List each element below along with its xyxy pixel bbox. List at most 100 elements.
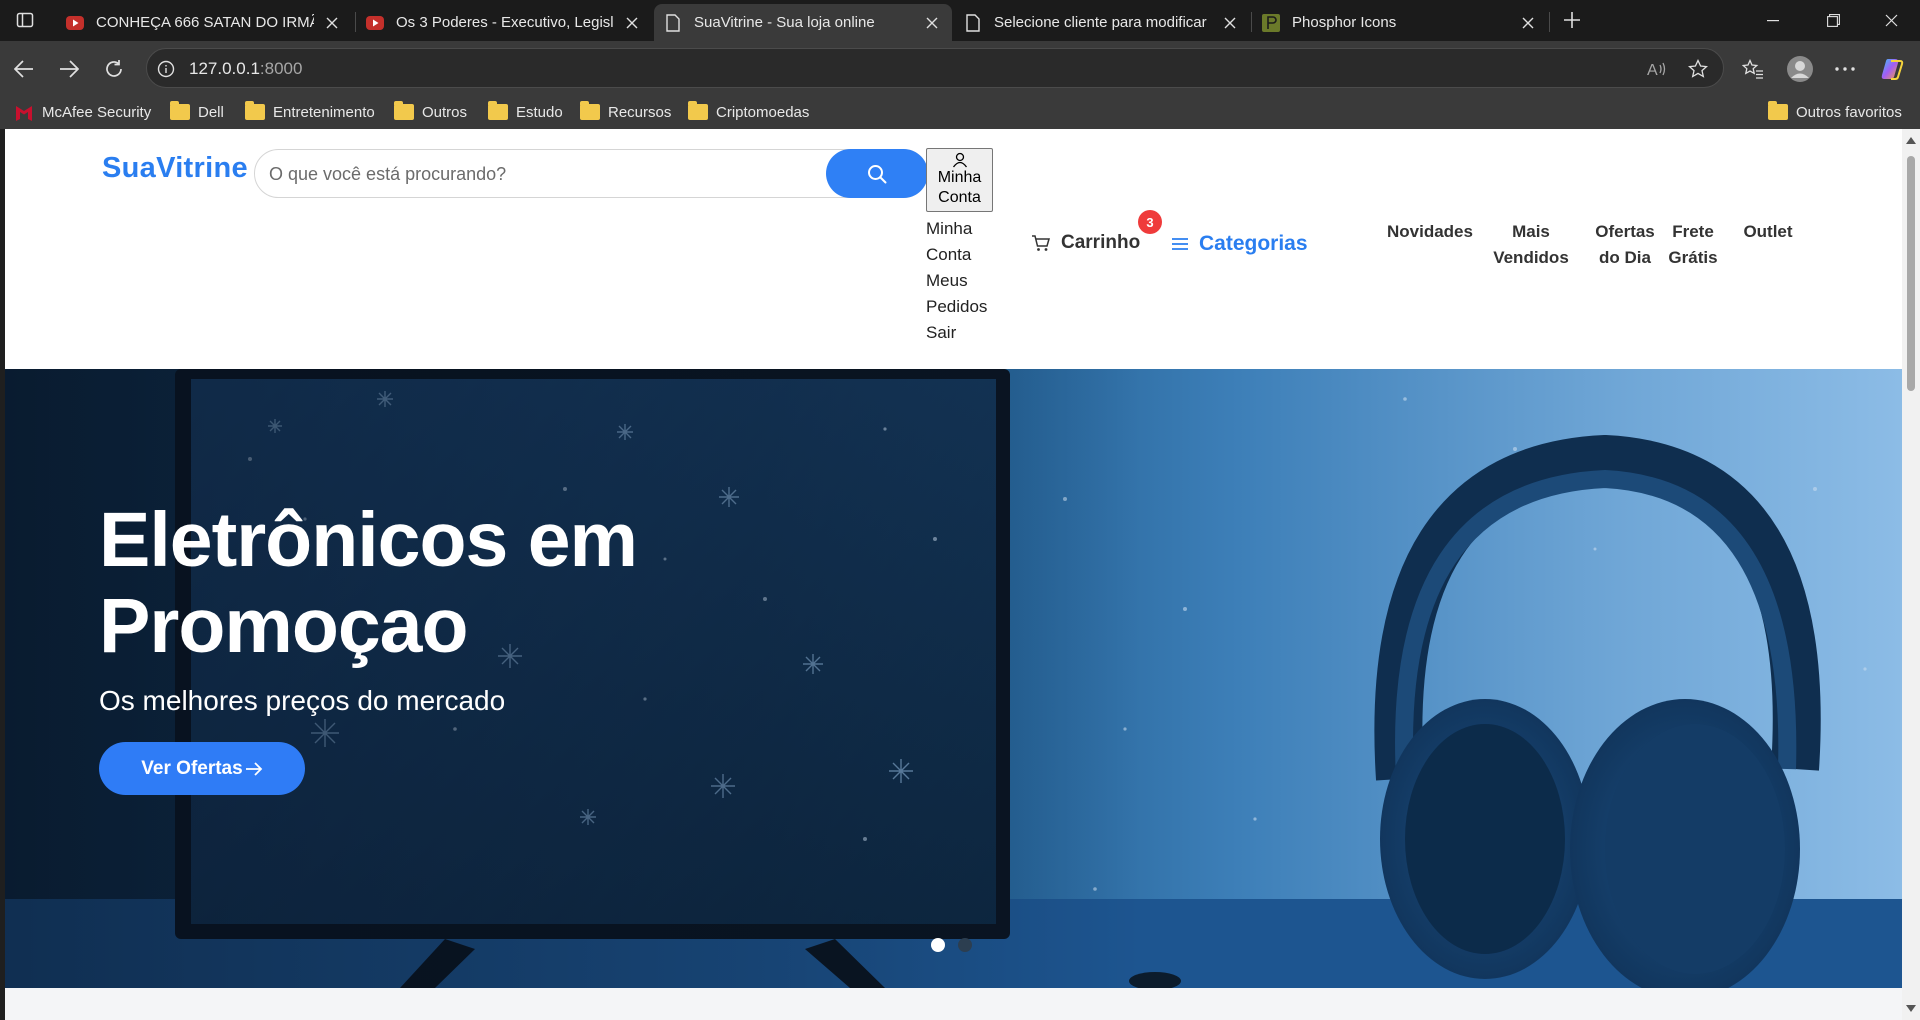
youtube-icon bbox=[366, 14, 384, 32]
carousel-dots bbox=[931, 938, 985, 952]
read-aloud-icon[interactable]: A bbox=[1644, 56, 1670, 82]
browser-tab-5[interactable]: Phosphor Icons bbox=[1252, 4, 1548, 41]
scroll-down-icon[interactable] bbox=[1906, 1005, 1916, 1012]
browser-tab-bar: CONHEÇA 666 SATAN DO IRMÃO Os 3 Poderes … bbox=[0, 0, 1920, 41]
folder-icon bbox=[688, 101, 708, 120]
close-tab-icon[interactable] bbox=[622, 13, 642, 33]
bookmark-folder-outros-favoritos[interactable]: Outros favoritos bbox=[1768, 101, 1902, 122]
menu-item-minha-conta[interactable]: Minha Conta bbox=[926, 216, 1006, 268]
arrow-right-icon bbox=[245, 761, 262, 776]
account-button[interactable]: Minha Conta bbox=[926, 148, 993, 212]
menu-item-sair[interactable]: Sair bbox=[926, 320, 1006, 346]
page-below-hero bbox=[5, 988, 1902, 1020]
carousel-dot-1[interactable] bbox=[931, 938, 945, 952]
bookmark-folder-outros[interactable]: Outros bbox=[394, 101, 468, 122]
menu-item-meus-pedidos[interactable]: Meus Pedidos bbox=[926, 268, 1006, 320]
forward-icon[interactable] bbox=[53, 53, 85, 85]
close-tab-icon[interactable] bbox=[1518, 13, 1538, 33]
cart-label: Carrinho bbox=[1061, 232, 1141, 253]
folder-icon bbox=[488, 101, 508, 120]
tab-separator bbox=[1549, 12, 1550, 32]
user-icon bbox=[952, 152, 967, 168]
tab-title: Selecione cliente para modificar | bbox=[994, 14, 1212, 31]
browser-tab-2[interactable]: Os 3 Poderes - Executivo, Legislat bbox=[356, 4, 652, 41]
search-input[interactable] bbox=[269, 162, 809, 186]
carousel-dot-2[interactable] bbox=[958, 938, 972, 952]
url-host: 127.0.0.1 bbox=[189, 59, 260, 78]
search-button[interactable] bbox=[826, 149, 928, 198]
bookmark-mcafee[interactable]: McAfee Security bbox=[14, 102, 151, 122]
more-options-icon[interactable] bbox=[1829, 53, 1861, 85]
nav-mais-vendidos[interactable]: Mais Vendidos bbox=[1486, 219, 1576, 271]
url-text: 127.0.0.1:8000 bbox=[189, 59, 302, 79]
tab-title: SuaVitrine - Sua loja online bbox=[694, 14, 875, 31]
bookmark-folder-dell[interactable]: Dell bbox=[170, 101, 224, 122]
hero-title: Eletrônicos em Promoçao bbox=[99, 497, 638, 669]
browser-tab-4[interactable]: Selecione cliente para modificar | bbox=[954, 4, 1250, 41]
page-viewport: SuaVitrine Minha Conta Minha Conta Meus … bbox=[5, 129, 1920, 1020]
new-tab-icon[interactable] bbox=[1556, 6, 1588, 34]
nav-outlet[interactable]: Outlet bbox=[1738, 219, 1798, 245]
phosphor-icon bbox=[1262, 13, 1280, 32]
cart-count-badge: 3 bbox=[1138, 210, 1162, 234]
close-tab-icon[interactable] bbox=[322, 13, 342, 33]
page-icon bbox=[964, 13, 982, 32]
favorite-star-icon[interactable] bbox=[1685, 56, 1711, 82]
page-scrollbar[interactable] bbox=[1902, 129, 1920, 1020]
bookmark-label: Estudo bbox=[516, 103, 563, 121]
copilot-icon[interactable] bbox=[1876, 53, 1908, 85]
close-tab-icon[interactable] bbox=[1220, 13, 1240, 33]
search-bar bbox=[254, 149, 928, 198]
site-info-icon[interactable] bbox=[155, 58, 177, 80]
folder-icon bbox=[1768, 101, 1788, 120]
page-icon bbox=[664, 13, 682, 32]
bookmarks-bar: McAfee Security Dell Entretenimento Outr… bbox=[0, 95, 1920, 129]
menu-list-icon bbox=[1172, 238, 1188, 250]
nav-novidades[interactable]: Novidades bbox=[1386, 219, 1474, 245]
bookmark-label: Outros bbox=[422, 103, 468, 121]
tab-actions-menu-icon[interactable] bbox=[8, 6, 42, 34]
address-bar[interactable]: 127.0.0.1:8000 A bbox=[146, 48, 1724, 88]
hero-overlay bbox=[5, 369, 1902, 988]
site-logo[interactable]: SuaVitrine bbox=[102, 152, 248, 185]
hero-banner: Eletrônicos em Promoçao Os melhores preç… bbox=[5, 369, 1902, 988]
restore-icon[interactable] bbox=[1804, 0, 1862, 41]
search-icon bbox=[868, 164, 887, 183]
bookmark-folder-recursos[interactable]: Recursos bbox=[580, 101, 672, 122]
profile-avatar-icon[interactable] bbox=[1784, 53, 1816, 85]
browser-toolbar: 127.0.0.1:8000 A bbox=[0, 41, 1920, 95]
scroll-up-icon[interactable] bbox=[1906, 137, 1916, 144]
browser-tab-active[interactable]: SuaVitrine - Sua loja online bbox=[654, 4, 952, 41]
hero-cta-label: Ver Ofertas bbox=[141, 757, 243, 779]
url-port: :8000 bbox=[259, 59, 303, 78]
browser-tab-1[interactable]: CONHEÇA 666 SATAN DO IRMÃO bbox=[56, 4, 352, 41]
bookmark-folder-criptomoedas[interactable]: Criptomoedas bbox=[688, 101, 810, 122]
tab-title: Phosphor Icons bbox=[1292, 14, 1397, 31]
svg-text:A: A bbox=[1647, 62, 1658, 78]
nav-frete-gratis[interactable]: Frete Grátis bbox=[1665, 219, 1721, 271]
folder-icon bbox=[245, 101, 265, 120]
bookmark-label: Entretenimento bbox=[273, 103, 375, 121]
tab-title: Os 3 Poderes - Executivo, Legislat bbox=[396, 14, 614, 31]
bookmark-folder-estudo[interactable]: Estudo bbox=[488, 101, 563, 122]
bookmark-folder-entretenimento[interactable]: Entretenimento bbox=[245, 101, 375, 122]
hero-cta-button[interactable]: Ver Ofertas bbox=[99, 742, 305, 795]
account-menu: Minha Conta Meus Pedidos Sair bbox=[926, 216, 1006, 346]
nav-ofertas-do-dia[interactable]: Ofertas do Dia bbox=[1585, 219, 1665, 271]
close-tab-icon[interactable] bbox=[922, 13, 942, 33]
bookmark-label: Recursos bbox=[608, 103, 672, 121]
minimize-icon[interactable] bbox=[1744, 0, 1802, 41]
categories-label: Categorias bbox=[1199, 232, 1308, 255]
close-window-icon[interactable] bbox=[1862, 0, 1920, 41]
back-icon[interactable] bbox=[8, 53, 40, 85]
bookmark-label: Criptomoedas bbox=[716, 103, 810, 121]
bookmark-label: Outros favoritos bbox=[1796, 103, 1902, 121]
account-button-label: Minha Conta bbox=[937, 169, 982, 206]
refresh-icon[interactable] bbox=[98, 53, 130, 85]
cart-link[interactable]: Carrinho bbox=[1031, 232, 1140, 254]
categories-button[interactable]: Categorias bbox=[1171, 232, 1308, 256]
favorites-icon[interactable] bbox=[1737, 53, 1769, 85]
folder-icon bbox=[580, 101, 600, 120]
scrollbar-thumb[interactable] bbox=[1907, 156, 1915, 391]
folder-icon bbox=[394, 101, 414, 120]
